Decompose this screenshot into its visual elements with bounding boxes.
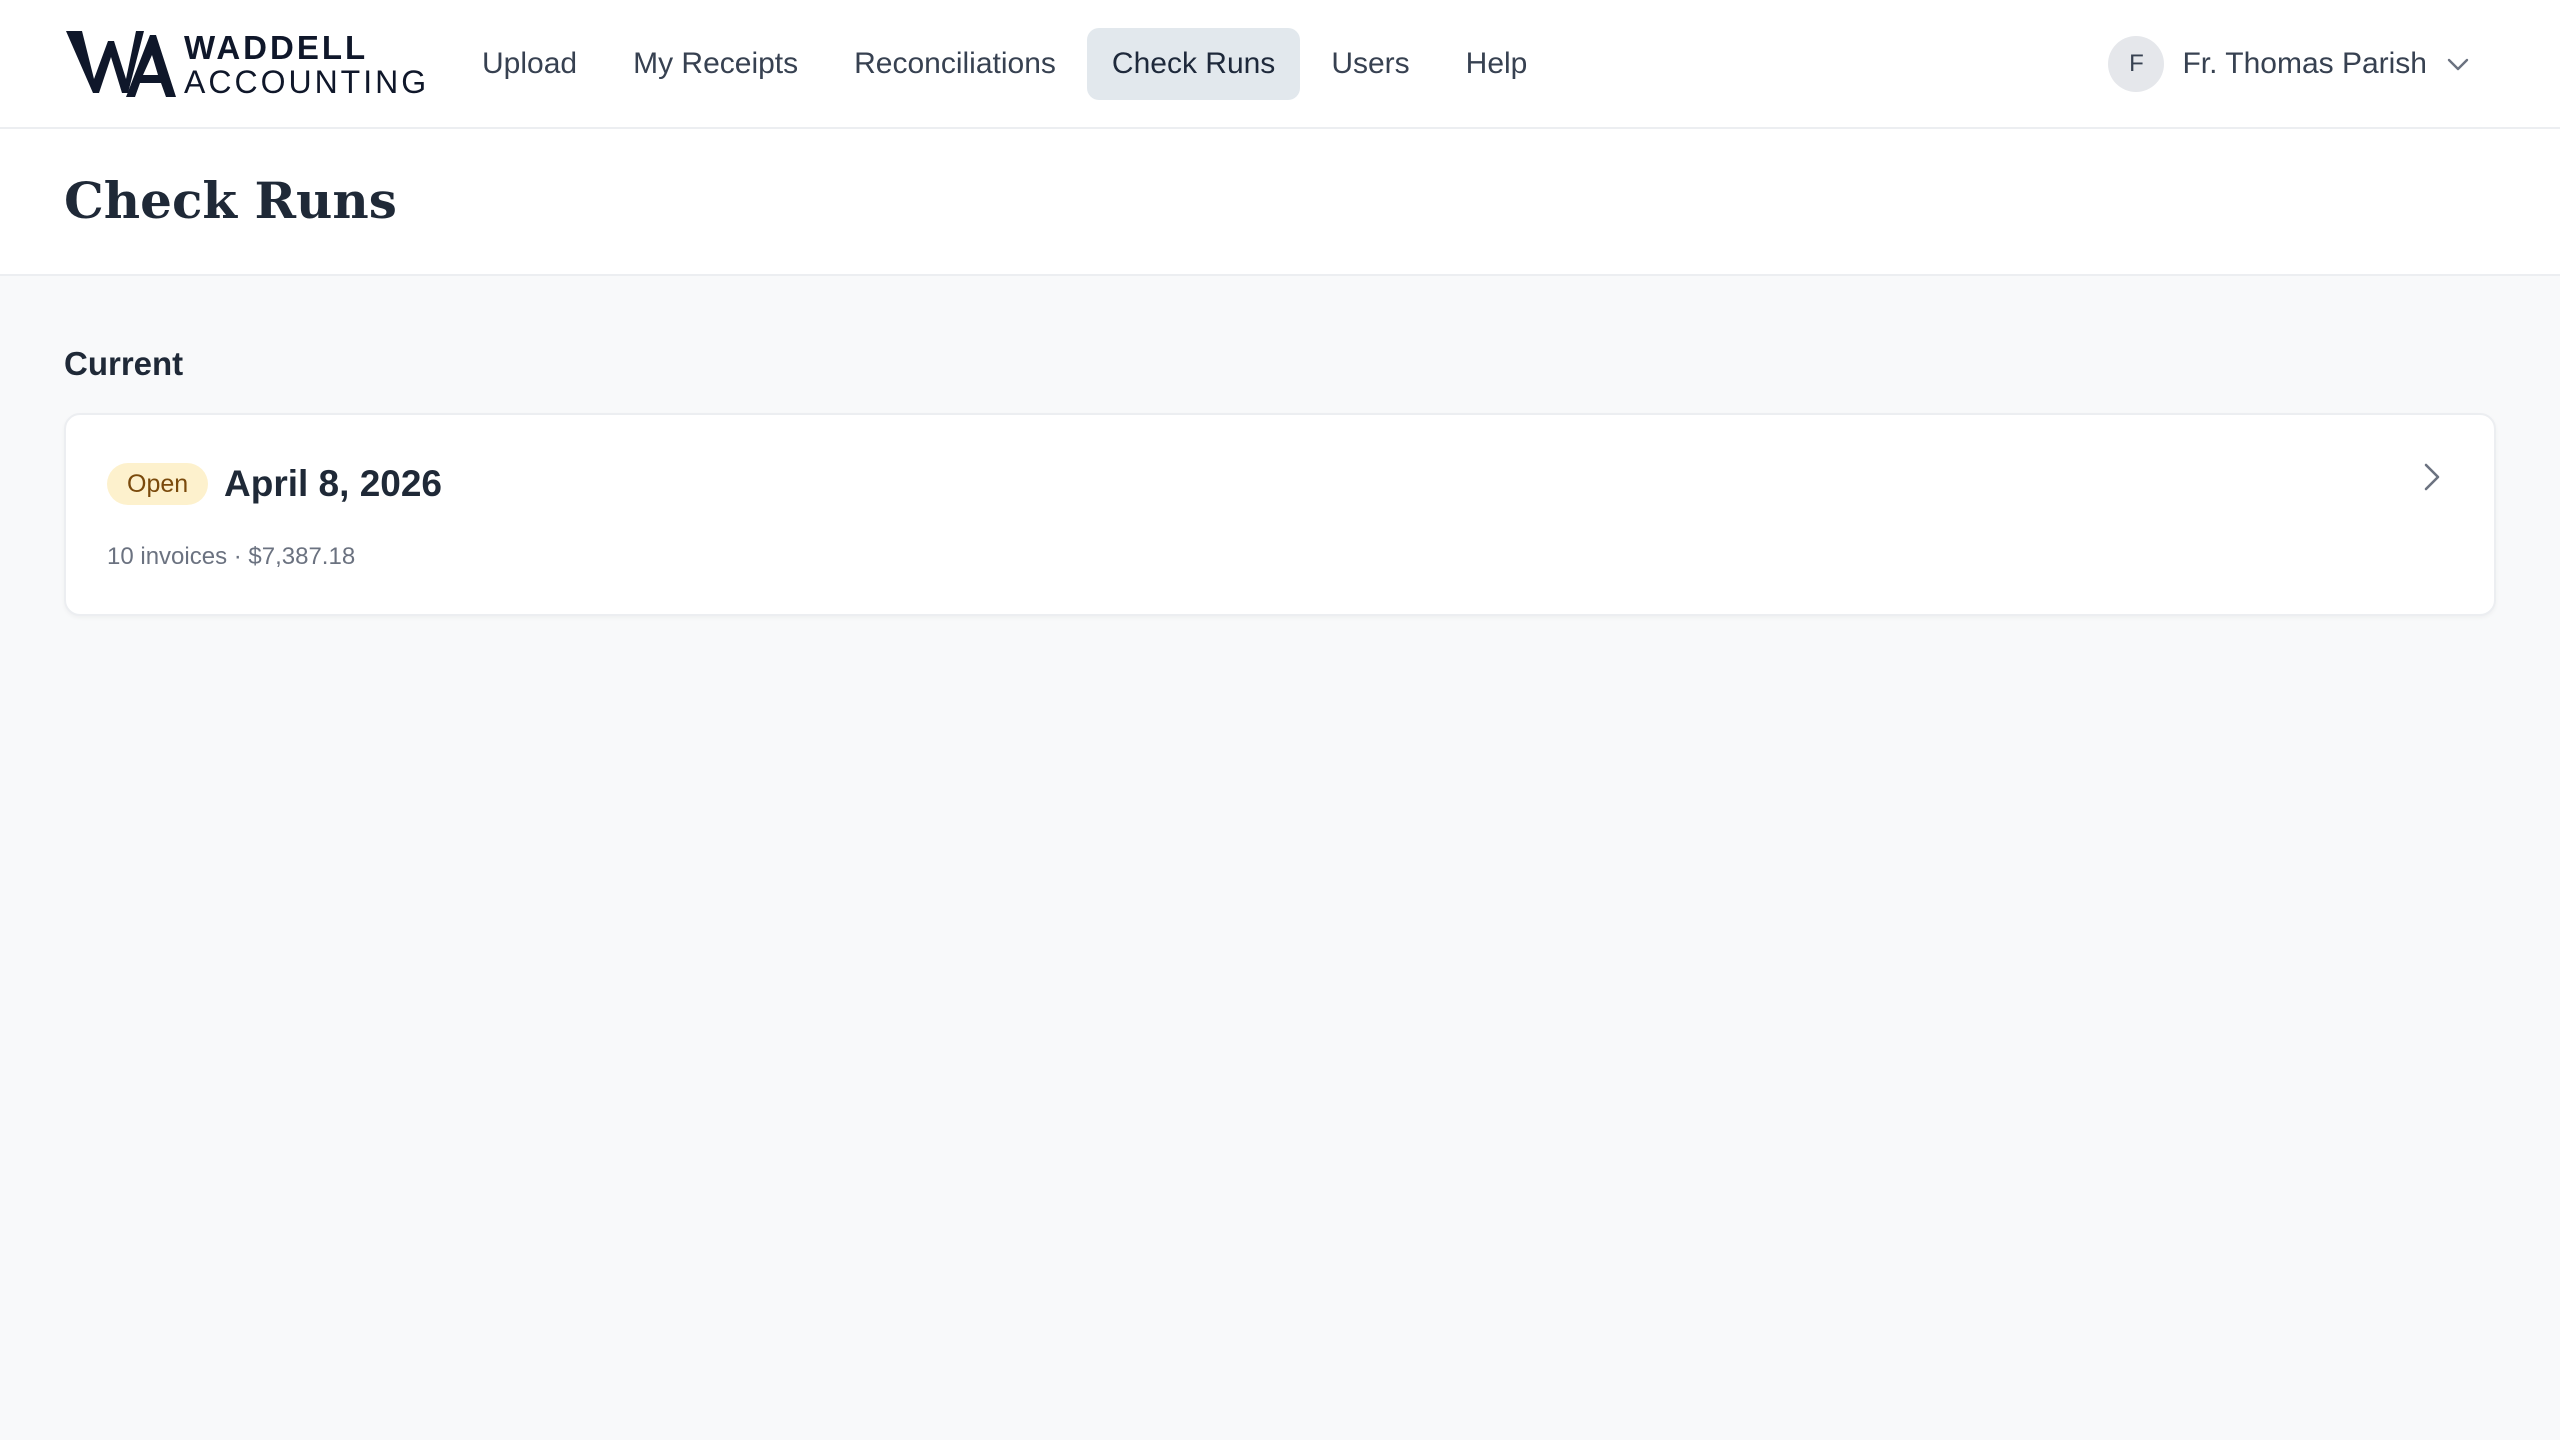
user-menu[interactable]: F Fr. Thomas Parish xyxy=(2108,36,2471,92)
status-badge: Open xyxy=(107,463,209,505)
logo-word-waddell: WADDELL xyxy=(184,28,369,66)
waddell-accounting-logo[interactable]: WADDELL ACCOUNTING xyxy=(64,26,429,102)
page-title: Check Runs xyxy=(64,171,397,230)
chevron-right-icon[interactable] xyxy=(2412,457,2452,497)
logo-word-accounting: ACCOUNTING xyxy=(184,63,430,100)
nav-item-my-receipts[interactable]: My Receipts xyxy=(608,28,823,100)
nav-item-check-runs[interactable]: Check Runs xyxy=(1086,28,1301,100)
page-header: Check Runs xyxy=(0,129,2560,276)
chevron-down-icon xyxy=(2445,51,2471,77)
user-name: Fr. Thomas Parish xyxy=(2182,47,2427,80)
nav-item-reconciliations[interactable]: Reconciliations xyxy=(829,28,1081,100)
wa-monogram-icon xyxy=(64,27,176,101)
logo-wordmark: WADDELL ACCOUNTING xyxy=(184,31,429,98)
main-nav: Upload My Receipts Reconciliations Check… xyxy=(457,28,1552,100)
top-navigation-bar: WADDELL ACCOUNTING Upload My Receipts Re… xyxy=(0,0,2560,129)
check-run-card[interactable]: Open April 8, 2026 10 invoices · $7,387.… xyxy=(64,413,2496,616)
avatar: F xyxy=(2108,36,2165,92)
section-title-current: Current xyxy=(64,345,184,382)
nav-item-upload[interactable]: Upload xyxy=(457,28,602,100)
check-run-date: April 8, 2026 xyxy=(224,463,443,504)
check-run-summary: 10 invoices · $7,387.18 xyxy=(107,543,356,570)
nav-item-users[interactable]: Users xyxy=(1306,28,1434,100)
nav-item-help[interactable]: Help xyxy=(1441,28,1553,100)
